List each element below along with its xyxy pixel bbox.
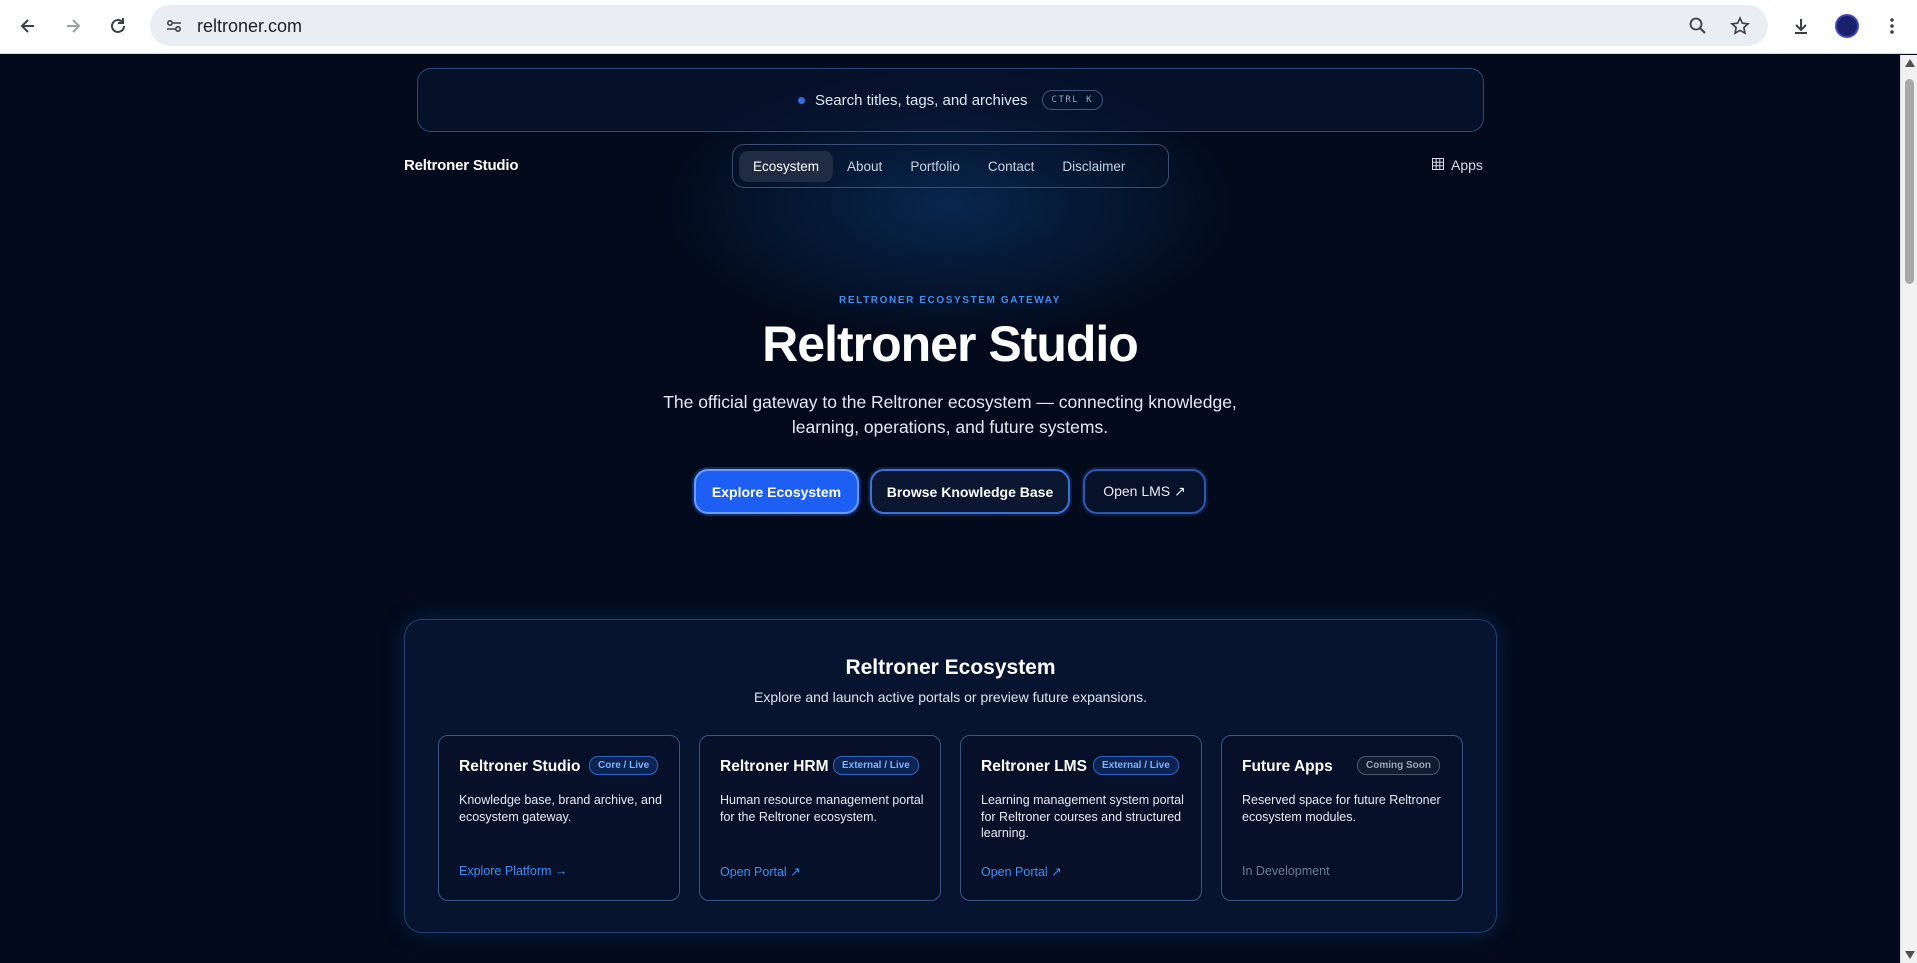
nav-item-portfolio[interactable]: Portfolio — [896, 151, 974, 182]
search-dot-icon — [797, 96, 805, 104]
scroll-up-icon[interactable] — [1905, 59, 1915, 67]
scroll-down-icon[interactable] — [1905, 951, 1915, 959]
ecosystem-title: Reltroner Ecosystem — [845, 656, 1056, 679]
forward-icon[interactable] — [59, 12, 87, 40]
reload-icon[interactable] — [104, 12, 132, 40]
status-badge: Coming Soon — [1357, 756, 1440, 775]
bookmark-star-icon[interactable] — [1728, 14, 1752, 38]
card-description: Reserved space for future Reltroner ecos… — [1242, 793, 1441, 824]
profile-avatar[interactable] — [1833, 12, 1861, 40]
in-development-label: In Development — [1242, 864, 1330, 878]
card-reltroner-studio[interactable]: Reltroner Studio Core / Live Knowledge b… — [438, 735, 680, 901]
ecosystem-section: Reltroner Ecosystem Explore and launch a… — [404, 619, 1497, 933]
card-title: Reltroner LMS — [981, 758, 1087, 775]
nav-item-ecosystem[interactable]: Ecosystem — [739, 150, 834, 182]
open-portal-link[interactable]: Open Portal ↗ — [981, 864, 1062, 879]
card-title: Future Apps — [1242, 758, 1333, 775]
card-reltroner-hrm[interactable]: Reltroner HRM External / Live Human reso… — [699, 735, 941, 901]
card-description: Learning management system portal for Re… — [981, 793, 1184, 840]
card-title: Reltroner HRM — [720, 758, 829, 775]
hero-eyebrow: RELTRONER ECOSYSTEM GATEWAY — [839, 295, 1061, 306]
hero-subtitle: The official gateway to the Reltroner ec… — [663, 392, 1237, 437]
grid-icon — [1432, 157, 1444, 173]
status-badge: External / Live — [1093, 756, 1179, 775]
card-description: Knowledge base, brand archive, and ecosy… — [459, 793, 662, 824]
brand-logo-text[interactable]: Reltroner Studio — [404, 157, 519, 174]
nav-item-contact[interactable]: Contact — [974, 151, 1049, 182]
search-bar[interactable]: Search titles, tags, and archives CTRL K — [417, 68, 1484, 132]
open-portal-link[interactable]: Open Portal ↗ — [720, 864, 801, 879]
ecosystem-subtitle: Explore and launch active portals or pre… — [754, 689, 1147, 705]
scrollbar-thumb[interactable] — [1905, 79, 1914, 284]
browser-menu-icon[interactable] — [1878, 12, 1906, 40]
open-lms-button[interactable]: Open LMS ↗ — [1083, 469, 1206, 514]
card-future-apps: Future Apps Coming Soon Reserved space f… — [1221, 735, 1463, 901]
back-icon[interactable] — [14, 12, 42, 40]
status-badge: Core / Live — [589, 756, 659, 775]
zoom-icon[interactable] — [1686, 14, 1710, 38]
download-icon[interactable] — [1787, 12, 1815, 40]
site-info-icon[interactable] — [162, 14, 186, 38]
card-description: Human resource management portal for the… — [720, 793, 924, 824]
status-badge: External / Live — [833, 756, 919, 775]
address-bar[interactable]: reltroner.com — [150, 5, 1768, 46]
apps-button[interactable]: Apps — [1432, 157, 1483, 173]
hero-title: Reltroner Studio — [762, 316, 1139, 372]
page-scrollbar[interactable] — [1900, 55, 1917, 963]
search-placeholder[interactable]: Search titles, tags, and archives — [815, 92, 1028, 109]
page-viewport: Search titles, tags, and archives CTRL K… — [0, 55, 1900, 963]
url-text[interactable]: reltroner.com — [197, 16, 302, 37]
card-title: Reltroner Studio — [459, 758, 581, 775]
explore-ecosystem-button[interactable]: Explore Ecosystem — [694, 469, 859, 514]
explore-platform-link[interactable]: Explore Platform → — [459, 864, 567, 878]
card-reltroner-lms[interactable]: Reltroner LMS External / Live Learning m… — [960, 735, 1202, 901]
keyboard-shortcut-hint: CTRL K — [1041, 90, 1104, 110]
nav-item-disclaimer[interactable]: Disclaimer — [1048, 151, 1139, 182]
apps-label: Apps — [1451, 157, 1483, 173]
main-nav: Ecosystem About Portfolio Contact Discla… — [732, 144, 1169, 188]
browse-knowledge-base-button[interactable]: Browse Knowledge Base — [870, 469, 1070, 514]
browser-toolbar: reltroner.com — [0, 0, 1917, 54]
nav-item-about[interactable]: About — [833, 151, 896, 182]
